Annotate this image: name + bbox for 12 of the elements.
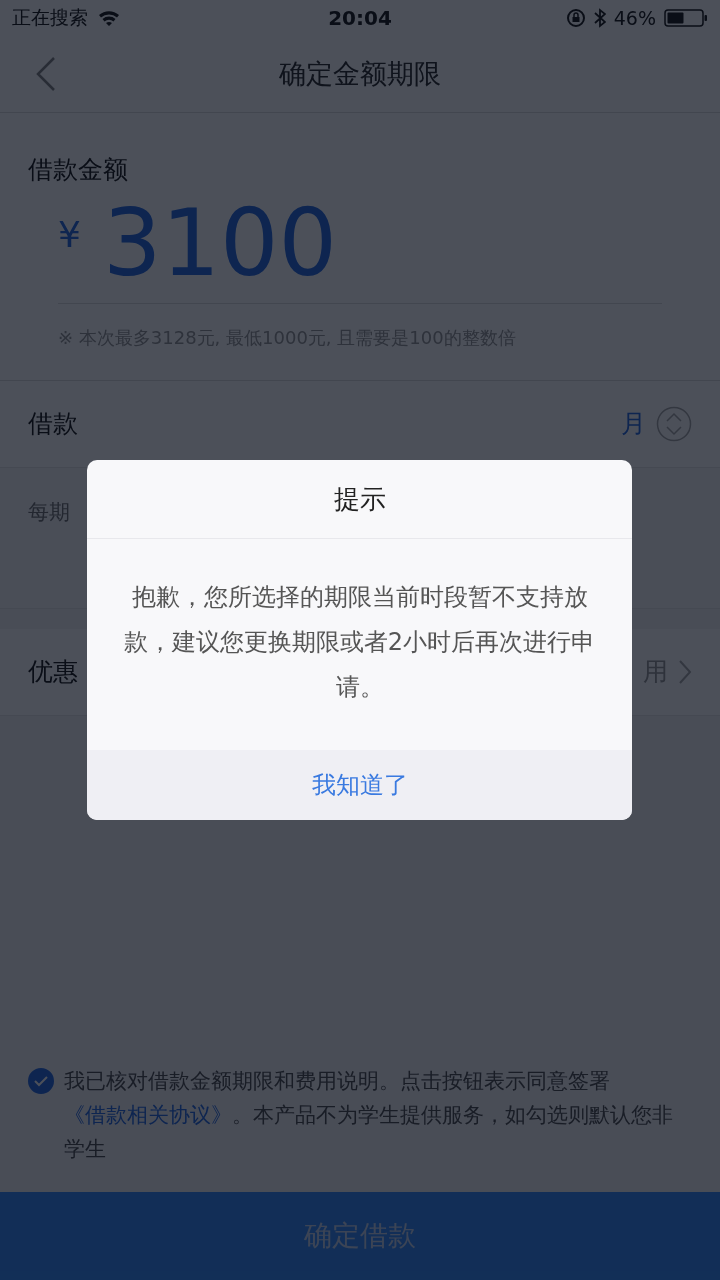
row-label: 优惠 xyxy=(28,656,78,689)
clock-text: 20:04 xyxy=(328,6,392,30)
currency-symbol: ¥ xyxy=(58,214,81,255)
dialog-title: 提示 xyxy=(87,460,632,539)
dialog-message: 抱歉，您所选择的期限当前时段暂不支持放款，建议您更换期限或者2小时后再次进行申请。 xyxy=(122,582,597,703)
row-value: 月 xyxy=(621,408,646,441)
battery-text: 46% xyxy=(613,7,656,29)
dialog-button[interactable]: 我知道了 xyxy=(87,750,632,820)
page-title: 确定金额期限 xyxy=(278,57,442,91)
row-label: 借款 xyxy=(28,408,78,441)
amount-label: 借款金额 xyxy=(28,154,129,186)
carrier-text: 正在搜索 xyxy=(12,5,88,30)
